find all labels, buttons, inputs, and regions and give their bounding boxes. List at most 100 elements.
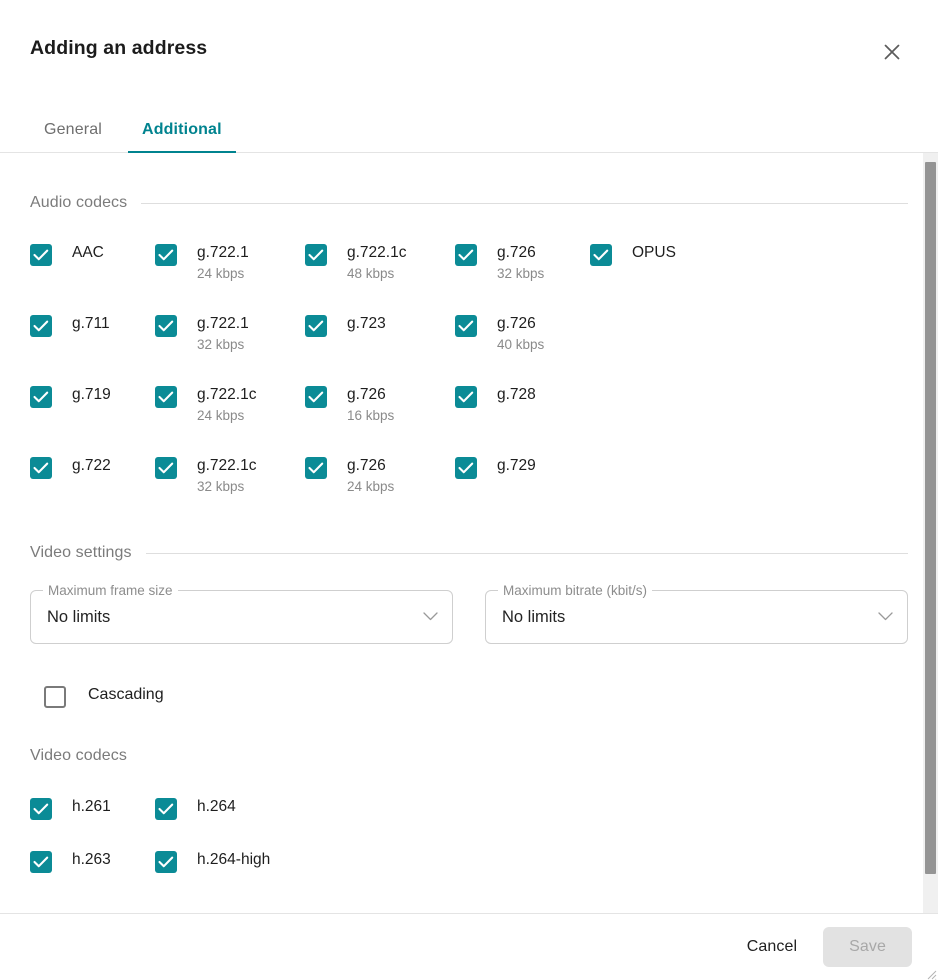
section-header-video-settings: Video settings [30, 544, 908, 562]
codec-label: AAC [72, 244, 104, 261]
video-codecs-grid: h.261 h.264 h.263 h.264-high [30, 795, 908, 873]
checkbox-g7221c-24[interactable] [155, 386, 177, 408]
codec-item-g7221-24[interactable]: g.722.1 24 kbps [155, 241, 305, 282]
max-frame-size-label: Maximum frame size [43, 583, 178, 598]
codec-label: g.722 [72, 457, 111, 474]
audio-codecs-grid: AAC g.722.1 24 kbps g.722.1c 48 kbps g.7… [30, 241, 908, 495]
codec-item-g726-24[interactable]: g.726 24 kbps [305, 454, 455, 495]
codec-label: g.726 [347, 457, 386, 474]
codec-label: g.723 [347, 315, 386, 332]
checkbox-g728[interactable] [455, 386, 477, 408]
chevron-down-icon [423, 608, 438, 626]
codec-item-g729[interactable]: g.729 [455, 454, 590, 479]
codec-item-g7221c-24[interactable]: g.722.1c 24 kbps [155, 383, 305, 424]
codec-item-g726-40[interactable]: g.726 40 kbps [455, 312, 590, 353]
codec-label: g.722.1 [197, 244, 249, 261]
codec-item-g726-32[interactable]: g.726 32 kbps [455, 241, 590, 282]
dialog-tabs: General Additional [0, 96, 938, 153]
codec-item-h261[interactable]: h.261 [30, 795, 155, 820]
codec-bitrate: 32 kbps [497, 266, 545, 281]
dialog-header: Adding an address [0, 0, 938, 96]
codec-label: g.726 [497, 244, 536, 261]
checkbox-g726-16[interactable] [305, 386, 327, 408]
codec-item-opus[interactable]: OPUS [590, 241, 676, 266]
section-divider [141, 202, 908, 204]
codec-item-h264[interactable]: h.264 [155, 795, 236, 820]
close-button[interactable] [870, 30, 914, 74]
codec-item-g719[interactable]: g.719 [30, 383, 155, 408]
cascading-checkbox-item[interactable]: Cascading [30, 683, 908, 708]
checkbox-aac[interactable] [30, 244, 52, 266]
checkbox-g7221c-48[interactable] [305, 244, 327, 266]
codec-label: h.264-high [197, 851, 271, 868]
max-bitrate-select[interactable]: Maximum bitrate (kbit/s) No limits [485, 583, 908, 644]
codec-item-g7221c-32[interactable]: g.722.1c 32 kbps [155, 454, 305, 495]
section-header-audio-codecs: Audio codecs [30, 194, 908, 212]
section-title-video-codecs: Video codecs [30, 747, 127, 764]
checkbox-g726-32[interactable] [455, 244, 477, 266]
section-divider [145, 552, 908, 554]
codec-item-g722[interactable]: g.722 [30, 454, 155, 479]
checkbox-g7221c-32[interactable] [155, 457, 177, 479]
checkbox-g7221-32[interactable] [155, 315, 177, 337]
checkbox-cascading[interactable] [44, 686, 66, 708]
codec-item-g7221c-48[interactable]: g.722.1c 48 kbps [305, 241, 455, 282]
checkbox-g726-40[interactable] [455, 315, 477, 337]
table-row: AAC g.722.1 24 kbps g.722.1c 48 kbps g.7… [30, 241, 908, 282]
checkbox-g711[interactable] [30, 315, 52, 337]
checkbox-g726-24[interactable] [305, 457, 327, 479]
max-bitrate-value: No limits [502, 607, 566, 626]
dialog-footer: Cancel Save [0, 913, 938, 980]
chevron-down-icon [878, 608, 893, 626]
scrollbar-thumb[interactable] [925, 162, 936, 874]
resize-grip-icon[interactable] [925, 967, 937, 980]
codec-item-g728[interactable]: g.728 [455, 383, 590, 408]
checkbox-g722[interactable] [30, 457, 52, 479]
codec-item-h263[interactable]: h.263 [30, 848, 155, 873]
codec-item-g726-16[interactable]: g.726 16 kbps [305, 383, 455, 424]
checkbox-g719[interactable] [30, 386, 52, 408]
section-title-audio-codecs: Audio codecs [30, 194, 128, 211]
max-frame-size-value: No limits [47, 607, 111, 626]
codec-label: g.726 [347, 386, 386, 403]
codec-bitrate: 40 kbps [497, 337, 545, 352]
codec-label: g.729 [497, 457, 536, 474]
vertical-scrollbar[interactable] [923, 153, 938, 913]
codec-label: g.722.1c [347, 244, 407, 261]
codec-bitrate: 32 kbps [197, 337, 245, 352]
codec-label: OPUS [632, 244, 676, 261]
codec-item-h264-high[interactable]: h.264-high [155, 848, 270, 873]
save-button: Save [823, 927, 912, 967]
tab-general[interactable]: General [30, 121, 116, 153]
table-row: g.722 g.722.1c 32 kbps g.726 24 kbps g.7… [30, 454, 908, 495]
checkbox-h263[interactable] [30, 851, 52, 873]
section-header-video-codecs: Video codecs [30, 747, 908, 765]
checkbox-h264-high[interactable] [155, 851, 177, 873]
adding-an-address-dialog: Adding an address General Additional Aud… [0, 0, 938, 980]
close-icon [882, 42, 902, 62]
cancel-button[interactable]: Cancel [729, 928, 815, 966]
checkbox-g723[interactable] [305, 315, 327, 337]
checkbox-g7221-24[interactable] [155, 244, 177, 266]
codec-item-aac[interactable]: AAC [30, 241, 155, 266]
checkbox-opus[interactable] [590, 244, 612, 266]
codec-label: g.722.1c [197, 386, 257, 403]
codec-label: g.719 [72, 386, 111, 403]
checkbox-g729[interactable] [455, 457, 477, 479]
video-settings-fields: Maximum frame size No limits Maximum bit… [30, 583, 908, 644]
codec-item-g723[interactable]: g.723 [305, 312, 455, 337]
tab-additional[interactable]: Additional [127, 121, 236, 153]
section-title-video-settings: Video settings [30, 544, 132, 561]
checkbox-h264[interactable] [155, 798, 177, 820]
table-row: g.711 g.722.1 32 kbps g.723 g.726 40 kbp… [30, 312, 908, 353]
codec-item-g7221-32[interactable]: g.722.1 32 kbps [155, 312, 305, 353]
codec-label: h.261 [72, 798, 111, 815]
codec-item-g711[interactable]: g.711 [30, 312, 155, 337]
codec-label: h.263 [72, 851, 111, 868]
checkbox-h261[interactable] [30, 798, 52, 820]
codec-bitrate: 24 kbps [347, 479, 395, 494]
max-frame-size-select[interactable]: Maximum frame size No limits [30, 583, 453, 644]
codec-bitrate: 16 kbps [347, 408, 395, 423]
codec-label: g.711 [72, 315, 110, 332]
codec-bitrate: 32 kbps [197, 479, 245, 494]
